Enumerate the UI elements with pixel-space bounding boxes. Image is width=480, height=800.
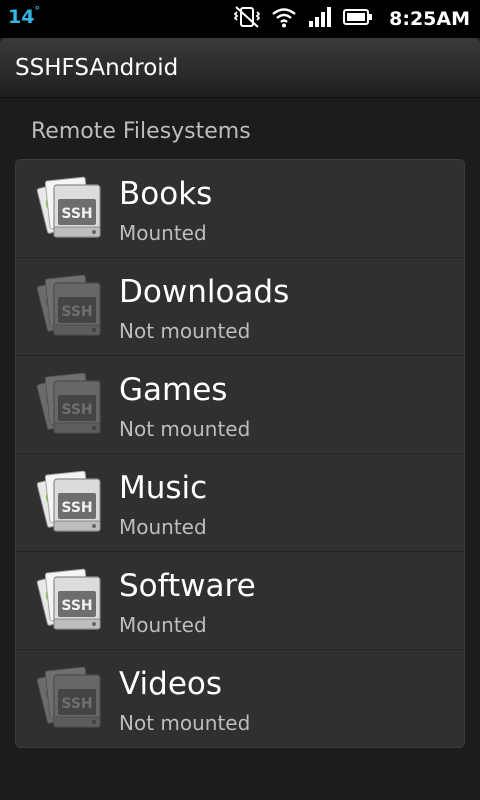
ssh-drive-icon: SSH: [34, 661, 106, 733]
ssh-drive-icon: SSH: [34, 171, 106, 243]
filesystem-name: Software: [119, 568, 256, 604]
status-icons: 8:25AM: [233, 0, 470, 38]
mount-status: Not mounted: [119, 319, 251, 343]
ssh-drive-icon: SSH: [34, 269, 106, 341]
svg-text:SSH: SSH: [61, 598, 92, 614]
mount-status: Mounted: [119, 221, 207, 245]
filesystem-item-software[interactable]: SSH Software Mounted: [16, 552, 464, 650]
degree-symbol: °: [34, 4, 40, 17]
filesystem-name: Videos: [119, 666, 223, 702]
battery-icon: [343, 7, 373, 31]
filesystem-name: Downloads: [119, 274, 290, 310]
mount-status: Not mounted: [119, 417, 251, 441]
temperature-value: 14: [8, 6, 35, 28]
vibrate-mute-icon: [233, 5, 261, 33]
filesystem-item-music[interactable]: SSH Music Mounted: [16, 454, 464, 552]
section-header: Remote Filesystems: [31, 119, 251, 144]
filesystem-name: Books: [119, 176, 213, 212]
svg-text:SSH: SSH: [61, 402, 92, 418]
filesystem-item-videos[interactable]: SSH Videos Not mounted: [16, 650, 464, 747]
filesystem-name: Games: [119, 372, 228, 408]
filesystem-item-books[interactable]: SSH Books Mounted: [16, 160, 464, 258]
ssh-drive-icon: SSH: [34, 367, 106, 439]
mount-status: Mounted: [119, 613, 207, 637]
app-title: SSHFSAndroid: [15, 55, 179, 81]
temperature-readout: 14°: [8, 4, 40, 28]
signal-strength-icon: [307, 6, 333, 32]
svg-text:SSH: SSH: [61, 206, 92, 222]
action-bar: SSHFSAndroid: [0, 38, 480, 98]
svg-text:SSH: SSH: [61, 696, 92, 712]
svg-text:SSH: SSH: [61, 500, 92, 516]
filesystem-item-games[interactable]: SSH Games Not mounted: [16, 356, 464, 454]
filesystem-item-downloads[interactable]: SSH Downloads Not mounted: [16, 258, 464, 356]
clock: 8:25AM: [389, 8, 470, 30]
svg-text:SSH: SSH: [61, 304, 92, 320]
ssh-drive-icon: SSH: [34, 563, 106, 635]
mount-status: Not mounted: [119, 711, 251, 735]
filesystem-name: Music: [119, 470, 208, 506]
wifi-icon: [271, 6, 297, 32]
filesystem-list: SSH Books Mounted SSH Downloads Not moun…: [15, 159, 465, 748]
ssh-drive-icon: SSH: [34, 465, 106, 537]
mount-status: Mounted: [119, 515, 207, 539]
status-bar: 14° 8:25AM: [0, 0, 480, 38]
